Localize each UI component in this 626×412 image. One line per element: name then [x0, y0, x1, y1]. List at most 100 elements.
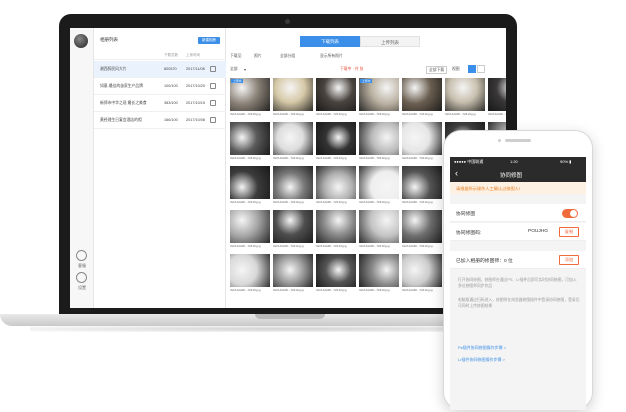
photo-thumbnail[interactable]: IGOUHAIR...72410.jpg	[316, 166, 356, 206]
photo-filename: IGOUHAIR...72410.jpg	[273, 288, 304, 292]
photo-filename: IGOUHAIR...72410.jpg	[359, 200, 390, 204]
photo-thumbnail[interactable]: IGOUHAIR...72410.jpg	[359, 254, 399, 294]
carrier: ●●●●● 中国联通	[454, 159, 484, 164]
download-icon[interactable]	[210, 66, 216, 72]
photo-filename: IGOUHAIR...72410.jpg	[273, 244, 304, 248]
photo-thumbnail[interactable]: IGOUHAIR...72410.jpg	[402, 78, 442, 118]
copy-button[interactable]: 复制	[559, 227, 579, 237]
download-icon[interactable]	[210, 100, 216, 106]
collab-toggle-row: 协同修图	[450, 204, 586, 222]
album-date: 2017/10/15	[186, 101, 206, 105]
filter-select[interactable]: 全部	[230, 67, 238, 72]
chevron-left-icon[interactable]: ‹	[455, 168, 458, 178]
phone-camera	[498, 139, 501, 142]
nav-title: 协同修图	[500, 173, 523, 179]
group-select[interactable]: 全部分组	[280, 54, 295, 59]
download-toolbar: 下载至: 照片 全部分组 显示所有照片	[230, 52, 502, 62]
photo-thumbnail[interactable]: 上传中 IGOUHAIR...72410.jpg	[230, 78, 270, 118]
photo-thumbnail[interactable]: IGOUHAIR...72410.jpg	[402, 254, 442, 294]
photo-thumbnail[interactable]: IGOUHAIR...72410.jpg	[445, 78, 485, 118]
ps-plugin-link[interactable]: Ps插件协同修图操作步骤 >	[458, 345, 506, 351]
collab-toggle[interactable]	[562, 209, 578, 218]
album-row[interactable]: 新郑市中华之现 最长之美食 383/100 2017/10/15	[94, 95, 226, 112]
photo-thumbnail[interactable]: IGOUHAIR...72410.jpg	[402, 122, 442, 162]
rail-label-settings: 设置	[78, 285, 86, 290]
photo-filename: IGOUHAIR...72410.jpg	[402, 156, 433, 160]
photo-thumbnail[interactable]: 上传中 IGOUHAIR...72410.jpg	[359, 78, 399, 118]
photo-thumbnail[interactable]: IGOUHAIR...72410.jpg	[359, 122, 399, 162]
download-icon[interactable]	[210, 83, 216, 89]
support-icon[interactable]	[76, 250, 87, 261]
photo-thumbnail[interactable]: IGOUHAIR...72410.jpg	[402, 166, 442, 206]
photo-filename: IGOUHAIR...72410.jpg	[359, 244, 390, 248]
photo-image	[488, 78, 506, 111]
chevron-down-icon[interactable]: ▾	[244, 67, 246, 72]
avatar[interactable]	[74, 34, 88, 48]
collab-code-value: POUJHG	[528, 229, 548, 234]
photo-image	[445, 78, 485, 111]
album-count: 800570	[164, 67, 177, 71]
collab-code-label: 协同修图码:	[456, 231, 482, 236]
photo-thumbnail[interactable]: IGOUHAIR...72410.jpg	[273, 166, 313, 206]
retoucher-count-label: 已加入相册的修图师：0 位	[456, 259, 513, 264]
download-icon[interactable]	[210, 117, 216, 123]
photo-image	[402, 210, 442, 243]
list-view-icon[interactable]	[477, 65, 485, 73]
photo-thumbnail[interactable]: IGOUHAIR...72410.jpg	[359, 210, 399, 250]
photo-image	[359, 166, 399, 199]
photo-image	[273, 166, 313, 199]
grid-view-icon[interactable]	[468, 65, 476, 73]
photo-filename: IGOUHAIR...72410.jpg	[230, 288, 261, 292]
photo-filename: IGOUHAIR...72410.jpg	[316, 244, 347, 248]
tab-download-list[interactable]: 下载列表	[300, 36, 360, 47]
view-label: 视图	[452, 67, 460, 71]
album-list-header: 下载总数 上传时间	[94, 52, 226, 60]
photo-filename: IGOUHAIR...72410.jpg	[359, 288, 390, 292]
add-retoucher-button[interactable]: 添加	[559, 255, 579, 265]
warning-banner: 请根据所示操作人工确认过修图人!	[450, 182, 586, 194]
photo-image	[273, 210, 313, 243]
laptop-notch	[255, 314, 325, 319]
photo-thumbnail[interactable]: IGOUHAIR...72410.jpg	[316, 254, 356, 294]
phone-screen: ●●●●● 中国联通 1:20 90% ▮ ‹ 协同修图 请根据所示操作人工确认…	[450, 157, 586, 410]
album-row[interactable]: 湘西醉民风大片 800570 2017/11/08	[94, 61, 226, 78]
photo-filename: IGOUHAIR...72410.jpg	[316, 200, 347, 204]
photo-image	[316, 122, 356, 155]
album-row[interactable]: 黄经理生日宴会酒店的相 166/100 2017/10/08	[94, 112, 226, 129]
description-2: 电脑版通过扫码进入，修图师在浏览器修图插件中登录协同修图，登录后可同时上传修图结…	[458, 298, 580, 308]
download-to-label: 下载至:	[230, 54, 243, 58]
album-row[interactable]: 如意-最佳的苗家生产品牌 100/100 2017/10/20	[94, 78, 226, 95]
album-name: 如意-最佳的苗家生产品牌	[100, 84, 144, 88]
photo-thumbnail[interactable]: IGOUHAIR...72410.jpg	[273, 78, 313, 118]
photo-select[interactable]: 照片	[254, 54, 262, 59]
photo-thumbnail[interactable]: IGOUHAIR...72410.jpg	[273, 254, 313, 294]
laptop-camera	[285, 19, 290, 24]
photo-image	[359, 254, 399, 287]
tab-upload-list[interactable]: 上传列表	[360, 36, 420, 47]
photo-thumbnail[interactable]: IGOUHAIR...72410.jpg	[273, 122, 313, 162]
photo-filename: IGOUHAIR...72410.jpg	[316, 112, 347, 116]
settings-icon[interactable]	[76, 272, 87, 283]
photo-thumbnail[interactable]: IGOUHAIR...72410.jpg	[316, 78, 356, 118]
photo-thumbnail[interactable]: IGOUHAIR...72410.jpg	[316, 122, 356, 162]
photo-thumbnail[interactable]: IGOUHAIR...72410.jpg	[316, 210, 356, 250]
lr-plugin-link[interactable]: Lr插件协同修图操作步骤 >	[458, 357, 505, 363]
photo-image	[402, 166, 442, 199]
photo-thumbnail[interactable]: IGOUHAIR...72410.jpg	[230, 210, 270, 250]
photo-filename: IGOUHAIR...72410.jpg	[402, 200, 433, 204]
warning-text: 请根据所示操作人工确认过修图人!	[456, 186, 520, 191]
show-all-photos[interactable]: 显示所有照片	[320, 54, 343, 59]
new-album-button[interactable]: 新建相册	[198, 37, 220, 44]
photo-thumbnail[interactable]: IGOUHAIR...72410.jpg	[488, 78, 506, 118]
photo-thumbnail[interactable]: IGOUHAIR...72410.jpg	[273, 210, 313, 250]
rail-label-support: 客服	[78, 263, 86, 268]
photo-image	[402, 122, 442, 155]
photo-thumbnail[interactable]: IGOUHAIR...72410.jpg	[359, 166, 399, 206]
download-all-button[interactable]: 全部下载	[426, 66, 448, 74]
photo-thumbnail[interactable]: IGOUHAIR...72410.jpg	[230, 166, 270, 206]
photo-image	[230, 210, 270, 243]
photo-thumbnail[interactable]: IGOUHAIR...72410.jpg	[230, 122, 270, 162]
photo-thumbnail[interactable]: IGOUHAIR...72410.jpg	[402, 210, 442, 250]
album-name: 新郑市中华之现 最长之美食	[100, 101, 147, 105]
photo-thumbnail[interactable]: IGOUHAIR...72410.jpg	[230, 254, 270, 294]
